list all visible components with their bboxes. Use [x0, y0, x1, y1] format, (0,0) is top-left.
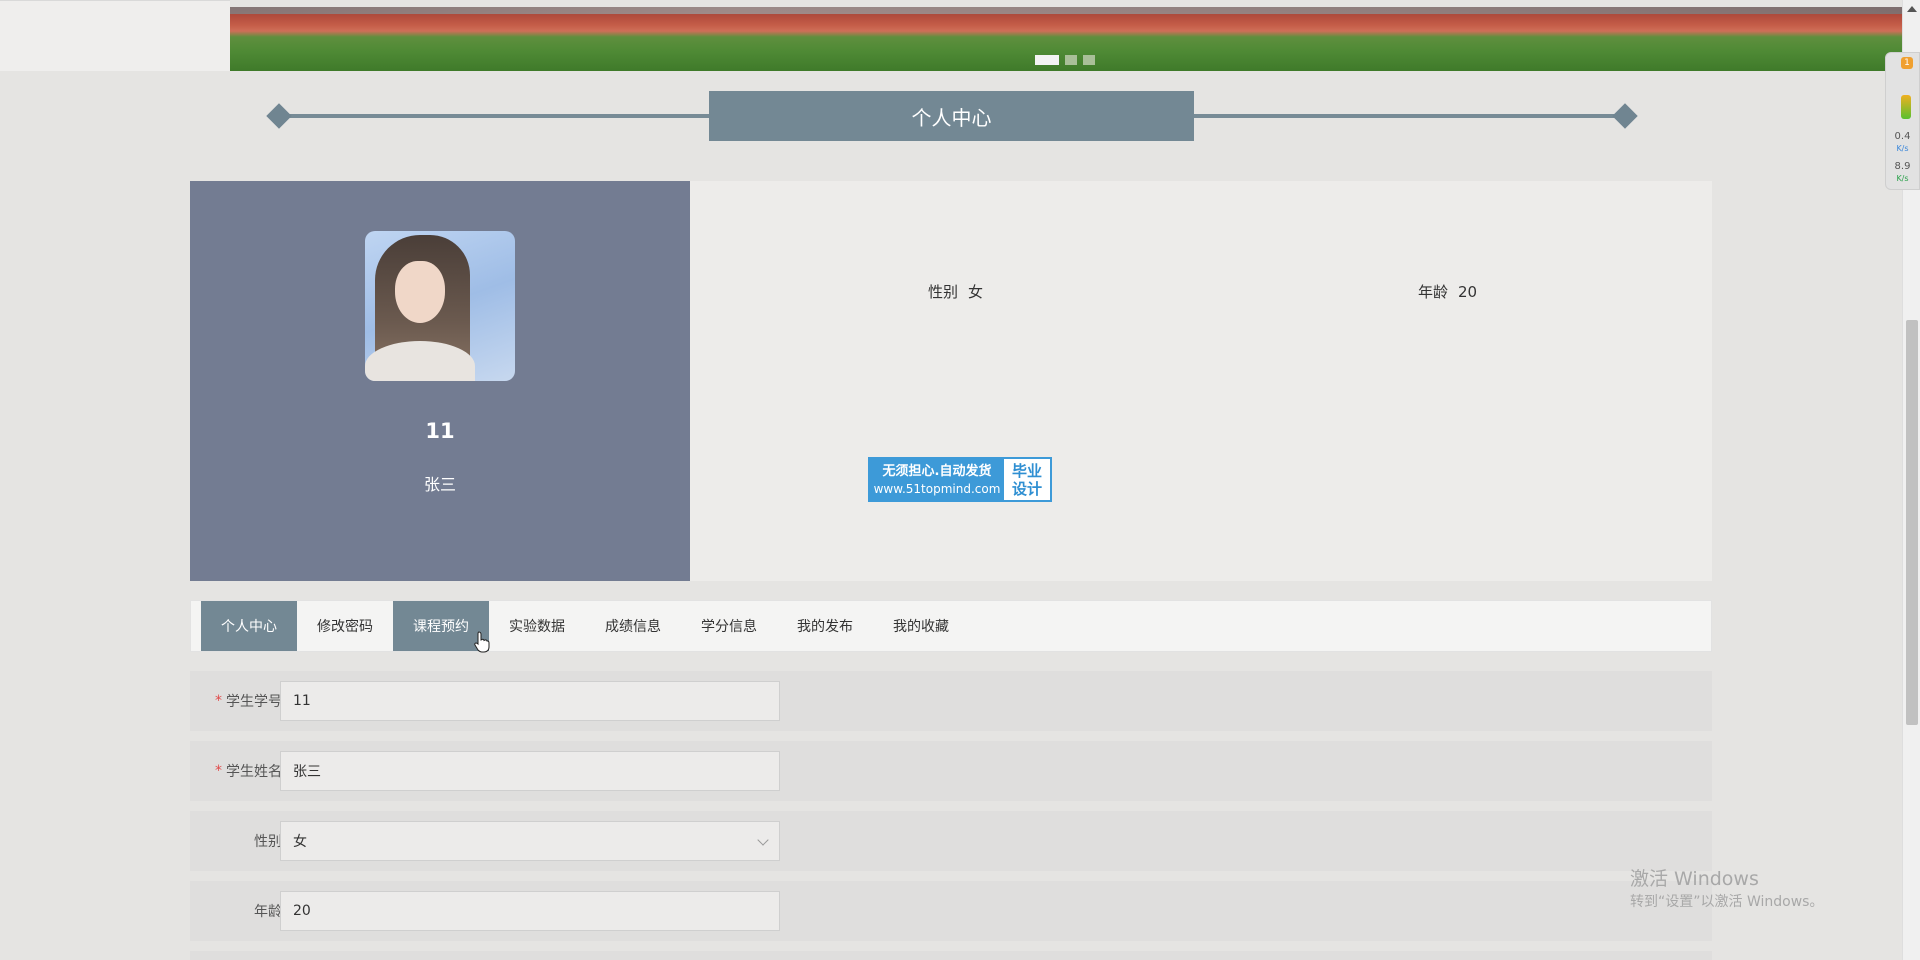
- banner-carousel[interactable]: [230, 7, 1902, 71]
- tab-grade-info[interactable]: 成绩信息: [585, 601, 681, 651]
- student-id-input[interactable]: 11: [280, 681, 780, 721]
- form-label-gender: 性别: [254, 834, 282, 850]
- tab-my-favorites[interactable]: 我的收藏: [873, 601, 969, 651]
- ad-badge-line2: www.51topmind.com: [873, 481, 1001, 496]
- ad-badge-left: 无须担心.自动发货 www.51topmind.com: [870, 459, 1004, 500]
- profile-info-panel: 性别女 年龄 20 无须担心.自动发货 www.51topmind.com 毕业 …: [690, 181, 1712, 581]
- ad-badge-right1: 毕业: [1011, 461, 1042, 480]
- required-mark: *: [215, 693, 222, 709]
- banner-dot-1[interactable]: [1035, 55, 1059, 65]
- scroll-up-arrow-icon[interactable]: [1907, 6, 1917, 12]
- ad-badge-line1: 无须担心.自动发货: [882, 463, 992, 479]
- form-row-gender: 性别 女: [190, 811, 1712, 871]
- avatar: [365, 231, 515, 381]
- banner-dot-3[interactable]: [1083, 55, 1095, 65]
- chevron-down-icon: [757, 834, 769, 846]
- ad-badge-right2: 设计: [1011, 479, 1042, 498]
- gender-select-value: 女: [293, 834, 307, 850]
- age-input[interactable]: 20: [280, 891, 780, 931]
- tab-change-password[interactable]: 修改密码: [297, 601, 393, 651]
- form-row-student-id: * 学生学号 11: [190, 671, 1712, 731]
- info-age-label: 年龄: [1418, 283, 1449, 301]
- profile-card: 11 张三: [190, 181, 690, 581]
- download-speed-value: 8.9: [1894, 161, 1911, 172]
- scroll-thumb[interactable]: [1906, 320, 1918, 725]
- profile-name: 张三: [423, 475, 456, 494]
- upload-speed-unit: K/s: [1896, 144, 1909, 153]
- avatar-face: [395, 261, 445, 323]
- network-meter-icon: [1901, 95, 1911, 119]
- info-age-value: 20: [1458, 283, 1478, 301]
- banner-dot-2[interactable]: [1065, 55, 1077, 65]
- gender-select[interactable]: 女: [280, 821, 780, 861]
- required-mark: *: [215, 763, 222, 779]
- ad-badge[interactable]: 无须担心.自动发货 www.51topmind.com 毕业 设计: [868, 457, 1052, 502]
- form-label-student-id: * 学生学号: [215, 671, 282, 731]
- tab-bar: 个人中心 修改密码 课程预约 实验数据 成绩信息 学分信息 我的发布 我的收藏: [190, 600, 1712, 652]
- form-label-student-id-text: 学生学号: [226, 694, 282, 710]
- upload-speed-value: 0.4: [1894, 131, 1911, 142]
- student-name-input[interactable]: 张三: [280, 751, 780, 791]
- heading-diamond-right-icon: [1612, 103, 1638, 129]
- tab-my-posts[interactable]: 我的发布: [777, 601, 873, 651]
- tab-personal-center[interactable]: 个人中心: [201, 601, 297, 651]
- tab-experiment-data[interactable]: 实验数据: [489, 601, 585, 651]
- banner-dots: [1035, 55, 1095, 65]
- info-age: 年龄 20: [1418, 281, 1477, 302]
- info-gender-value: 女: [968, 283, 984, 301]
- form-row-next: [190, 951, 1712, 960]
- profile-student-id: 11: [425, 419, 455, 443]
- top-left-blank: [0, 0, 230, 71]
- form-row-age: 年龄 20: [190, 881, 1712, 941]
- download-speed-unit: K/s: [1896, 174, 1909, 183]
- activation-watermark-subtitle: 转到“设置”以激活 Windows。: [1630, 894, 1824, 910]
- hand-cursor-icon: [474, 631, 490, 653]
- form-row-student-name: * 学生姓名 张三: [190, 741, 1712, 801]
- heading-diamond-left-icon: [266, 103, 292, 129]
- tab-credit-info[interactable]: 学分信息: [681, 601, 777, 651]
- page: 个人中心 11 张三 性别女 年龄 20 无须担心.自动发货 www.51topm…: [0, 0, 1920, 960]
- activation-watermark-title: 激活 Windows: [1630, 868, 1759, 890]
- info-gender: 性别女: [928, 281, 983, 302]
- form-label-student-name-text: 学生姓名: [226, 764, 282, 780]
- notification-badge: 1: [1901, 57, 1913, 69]
- ad-badge-right: 毕业 设计: [1004, 459, 1050, 500]
- page-title: 个人中心: [709, 91, 1194, 141]
- form-label-age: 年龄: [254, 904, 282, 920]
- network-speed-widget[interactable]: 1 0.4 K/s 8.9 K/s: [1885, 52, 1920, 190]
- form-label-student-name: * 学生姓名: [215, 741, 282, 801]
- info-gender-label: 性别: [928, 283, 959, 301]
